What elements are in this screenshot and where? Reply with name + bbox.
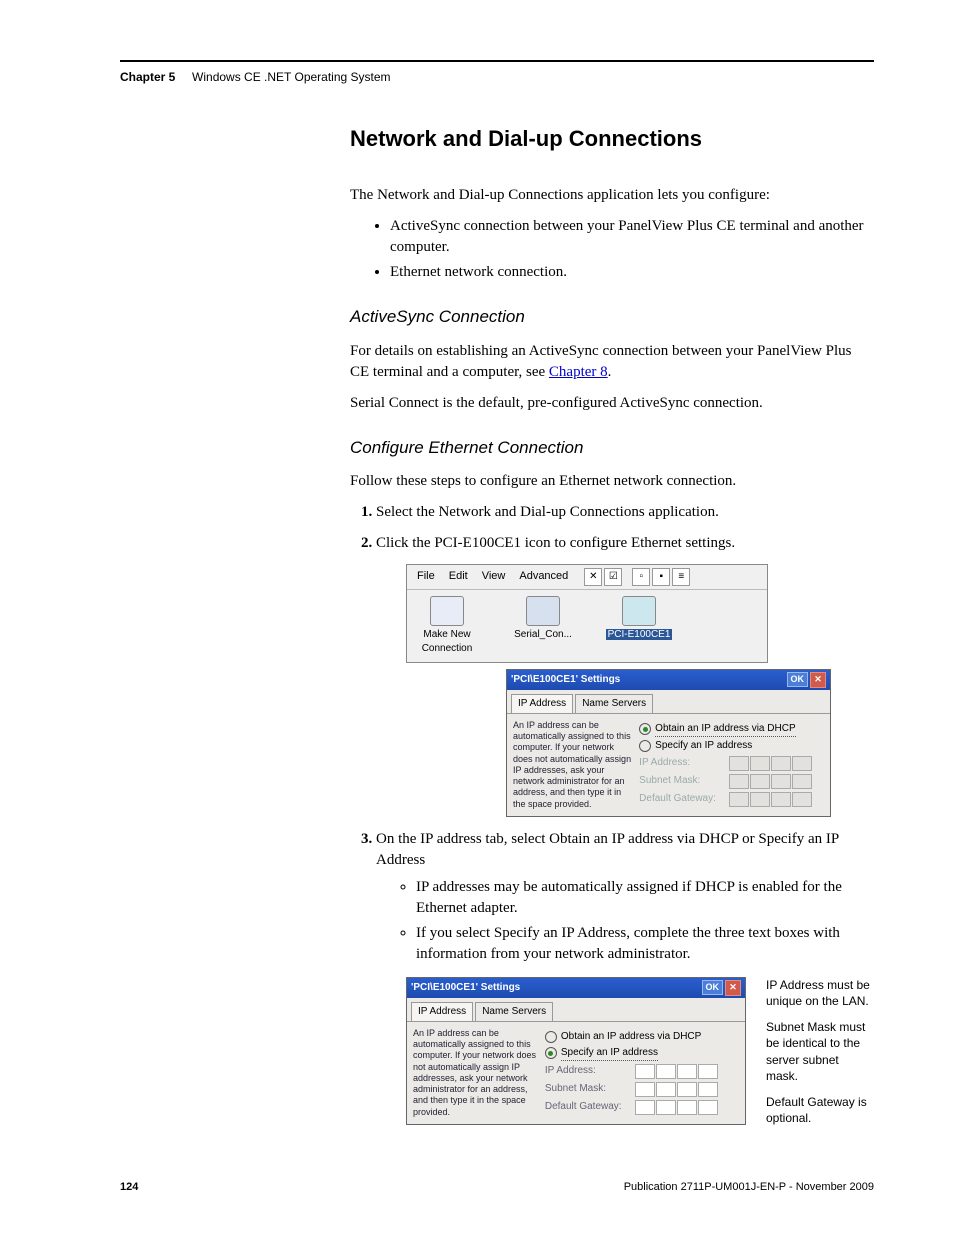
ok-button[interactable]: OK [702, 980, 724, 995]
view-list-icon[interactable]: ≡ [672, 568, 690, 586]
page-number: 124 [120, 1181, 138, 1193]
menu-file[interactable]: File [411, 567, 441, 586]
gateway-label: Default Gateway: [545, 1100, 629, 1114]
view-large-icon[interactable]: ▫ [632, 568, 650, 586]
menu-view[interactable]: View [476, 567, 512, 586]
chapter-title: Windows CE .NET Operating System [192, 70, 391, 84]
dialog-description: An IP address can be automatically assig… [413, 1028, 537, 1118]
intro-bullets: ActiveSync connection between your Panel… [390, 216, 874, 283]
radio-specify[interactable] [639, 740, 651, 752]
ip-address-field[interactable] [635, 1064, 718, 1079]
intro-text: The Network and Dial-up Connections appl… [350, 185, 874, 206]
list-item: IP addresses may be automatically assign… [416, 877, 874, 919]
radio-dhcp[interactable] [639, 723, 651, 735]
body-text: Serial Connect is the default, pre-confi… [350, 393, 874, 414]
side-notes: IP Address must be unique on the LAN. Su… [766, 977, 874, 1137]
ip-address-field [729, 756, 812, 771]
publication-info: Publication 2711P-UM001J-EN-P - November… [624, 1181, 874, 1193]
make-new-connection-icon[interactable]: Make New Connection [411, 596, 483, 656]
screenshot-settings-dialog-specify: 'PCI\E100CE1' Settings OK ✕ IP Address N… [406, 977, 746, 1125]
serial-connection-icon[interactable]: Serial_Con... [507, 596, 579, 656]
properties-icon[interactable]: ☑ [604, 568, 622, 586]
close-icon[interactable]: ✕ [725, 980, 741, 996]
section-title: Network and Dial-up Connections [350, 124, 874, 155]
ip-address-label: IP Address: [639, 756, 723, 770]
subnet-mask-field[interactable] [635, 1082, 718, 1097]
dialog-title: 'PCI\E100CE1' Settings [411, 981, 520, 995]
subhead-activesync: ActiveSync Connection [350, 305, 874, 329]
chapter-header: Chapter 5 Windows CE .NET Operating Syst… [120, 70, 874, 84]
subnet-mask-field [729, 774, 812, 789]
screenshot-settings-dialog-dhcp: 'PCI\E100CE1' Settings OK ✕ IP Address N… [506, 669, 831, 817]
close-icon[interactable]: ✕ [810, 672, 826, 688]
steps-list: Select the Network and Dial-up Connectio… [376, 502, 874, 1136]
subnet-mask-label: Subnet Mask: [639, 774, 723, 788]
step-2: Click the PCI-E100CE1 icon to configure … [376, 533, 874, 816]
radio-dhcp[interactable] [545, 1031, 557, 1043]
dialog-description: An IP address can be automatically assig… [513, 720, 631, 810]
note-mask: Subnet Mask must be identical to the ser… [766, 1019, 874, 1084]
ip-address-label: IP Address: [545, 1064, 629, 1078]
subhead-ethernet: Configure Ethernet Connection [350, 436, 874, 460]
menu-edit[interactable]: Edit [443, 567, 474, 586]
list-item: Ethernet network connection. [390, 262, 874, 283]
body-text: For details on establishing an ActiveSyn… [350, 341, 874, 383]
chapter8-link[interactable]: Chapter 8 [549, 364, 608, 380]
note-gateway: Default Gateway is optional. [766, 1094, 874, 1126]
ok-button[interactable]: OK [787, 672, 809, 687]
tab-name-servers[interactable]: Name Servers [475, 1002, 553, 1021]
step-1: Select the Network and Dial-up Connectio… [376, 502, 874, 523]
list-item: ActiveSync connection between your Panel… [390, 216, 874, 258]
body-text: Follow these steps to configure an Ether… [350, 471, 874, 492]
tab-name-servers[interactable]: Name Servers [575, 694, 653, 713]
step-3: On the IP address tab, select Obtain an … [376, 829, 874, 1137]
delete-icon[interactable]: ✕ [584, 568, 602, 586]
note-ip: IP Address must be unique on the LAN. [766, 977, 874, 1009]
menu-advanced[interactable]: Advanced [513, 567, 574, 586]
list-item: If you select Specify an IP Address, com… [416, 923, 874, 965]
screenshot-connections-window: File Edit View Advanced ✕ ☑ ▫ ▪ ≡ [406, 564, 768, 662]
dialog-title: 'PCI\E100CE1' Settings [511, 673, 620, 687]
tab-ip-address[interactable]: IP Address [511, 694, 573, 713]
view-small-icon[interactable]: ▪ [652, 568, 670, 586]
subnet-mask-label: Subnet Mask: [545, 1082, 629, 1096]
chapter-number: Chapter 5 [120, 70, 175, 84]
page-footer: 124 Publication 2711P-UM001J-EN-P - Nove… [120, 1181, 874, 1193]
gateway-field[interactable] [635, 1100, 718, 1115]
radio-specify[interactable] [545, 1047, 557, 1059]
tab-ip-address[interactable]: IP Address [411, 1002, 473, 1021]
gateway-field [729, 792, 812, 807]
gateway-label: Default Gateway: [639, 792, 723, 806]
pci-e100ce1-icon[interactable]: PCI-E100CE1 [603, 596, 675, 656]
